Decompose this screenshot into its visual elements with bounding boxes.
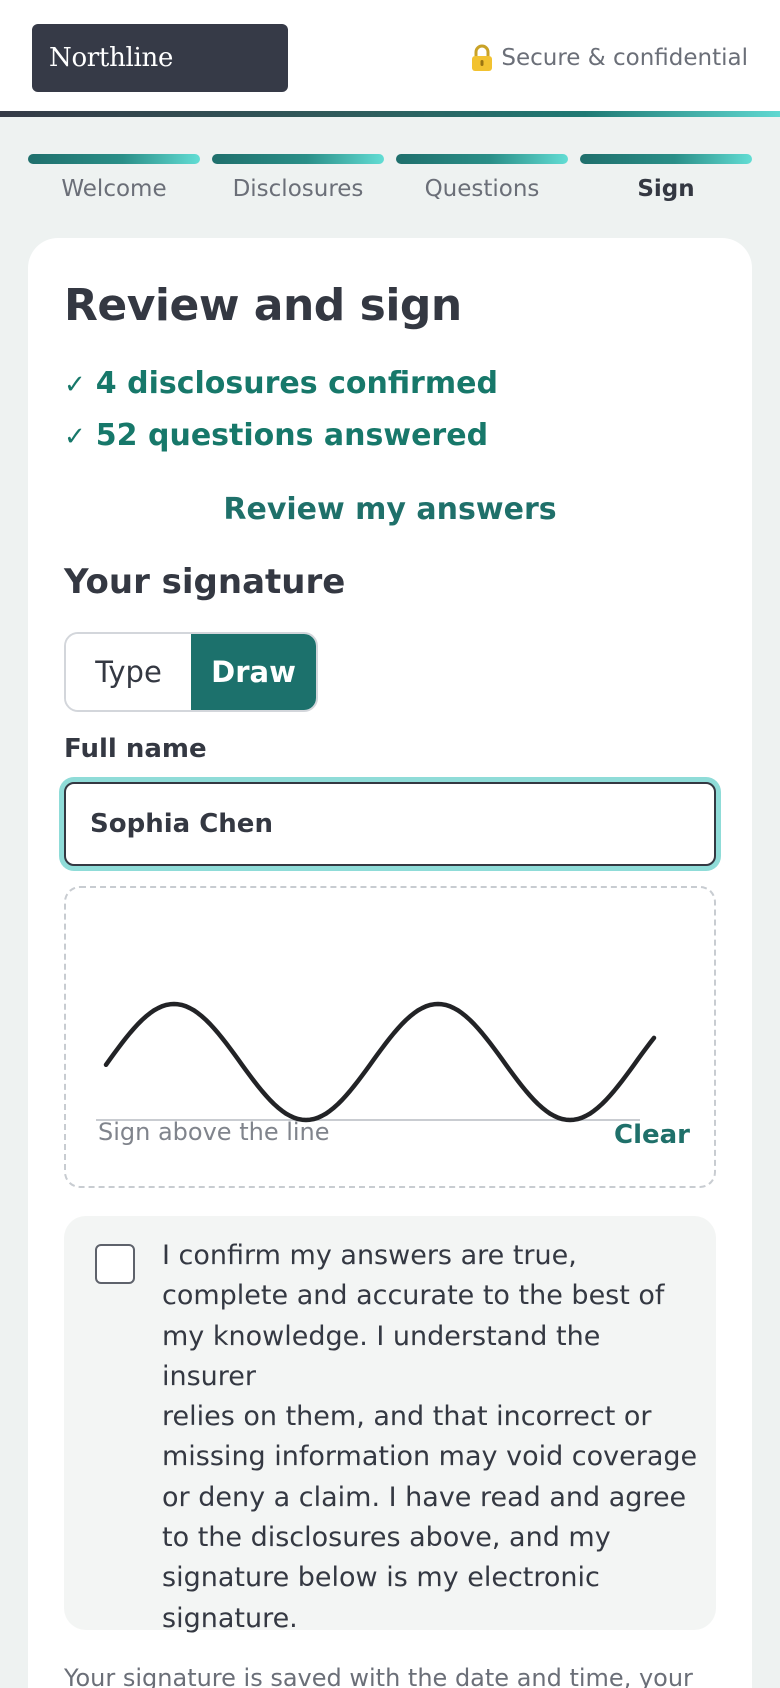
step-disclosures: Disclosures [212,154,384,202]
signature-mode-toggle: Type Draw [64,632,318,712]
confirmation-line: or deny a claim. I have read and agree [162,1481,687,1513]
confirmation-line: to the disclosures above, and my [162,1522,611,1554]
summary-item: ✓ 52 questions answered [64,418,488,453]
full-name-label: Full name [64,734,207,764]
header-divider [0,111,780,117]
secure-badge: Secure & confidential [471,38,748,78]
step-label: Questions [424,176,540,202]
secure-text: Secure & confidential [501,45,748,71]
summary-text: 52 questions answered [95,418,489,453]
brand-logo[interactable]: Northline [32,24,288,92]
confirm-checkbox[interactable] [95,1244,135,1284]
check-icon: ✓ [64,370,86,400]
step-welcome: Welcome [28,154,200,202]
confirmation-line: signature. [162,1602,298,1634]
confirmation-line: relies on them, and that incorrect or [162,1401,652,1433]
step-questions: Questions [396,154,568,202]
page-title: Review and sign [64,280,462,331]
confirmation-line: complete and accurate to the best of [162,1280,665,1312]
signature-hint: Sign above the line [98,1118,330,1146]
step-label: Welcome [61,176,167,202]
step-sign: Sign [580,154,752,202]
confirmation-line: my knowledge. I understand the insurer [162,1320,601,1392]
check-icon: ✓ [64,422,86,452]
summary-item: ✓ 4 disclosures confirmed [64,366,498,401]
draw-mode-button[interactable]: Draw [191,634,316,710]
signature-heading: Your signature [64,562,346,602]
full-name-input[interactable] [64,782,716,866]
clear-signature-button[interactable]: Clear [614,1120,690,1150]
summary-text: 4 disclosures confirmed [95,366,498,401]
step-label-current: Sign [637,176,695,202]
confirmation-text[interactable]: I confirm my answers are true, complete a… [162,1236,702,1639]
progress-steps: Welcome Disclosures Questions Sign [28,154,752,202]
signature-stroke [103,1001,657,1123]
step-bar [28,154,200,164]
confirmation-line: missing information may void coverage [162,1441,698,1473]
app-header: Northline Secure & confidential [0,0,780,112]
review-answers-link[interactable]: Review my answers [28,492,752,527]
step-bar [212,154,384,164]
confirmation-line: I confirm my answers are true, [162,1240,577,1271]
signature-footnote: Your signature is saved with the date an… [64,1664,693,1688]
type-mode-button[interactable]: Type [66,634,191,710]
review-sign-card: Review and sign ✓ 4 disclosures confirmed… [28,238,752,1688]
confirmation-panel: I confirm my answers are true, complete a… [64,1216,716,1634]
step-bar [396,154,568,164]
step-bar [580,154,752,164]
step-label: Disclosures [232,176,364,202]
lock-icon [472,44,493,71]
confirmation-line: signature below is my electronic [162,1562,600,1594]
signature-pad[interactable]: Sign above the line Clear [64,886,716,1188]
